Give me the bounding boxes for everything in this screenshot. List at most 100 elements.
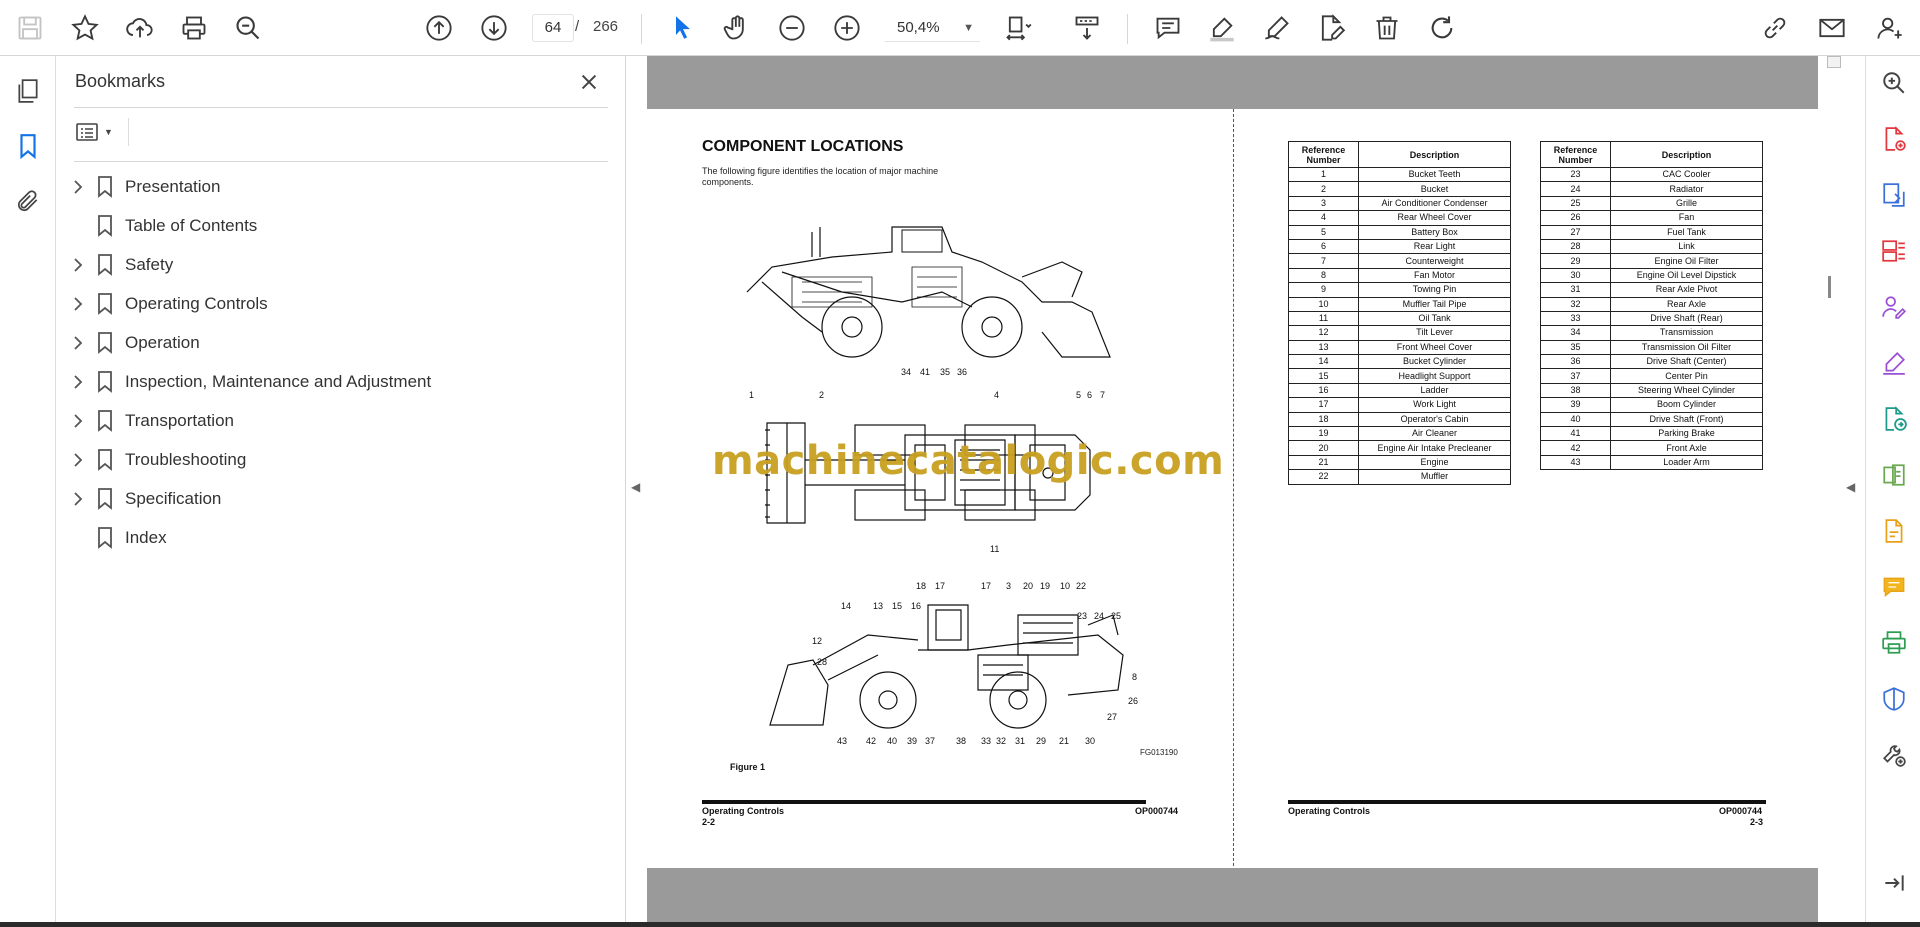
highlight-icon[interactable] (1204, 10, 1240, 46)
zoom-level-select[interactable]: 50,4% ▼ (885, 14, 980, 42)
select-cursor-icon[interactable] (665, 10, 701, 46)
close-icon[interactable] (575, 68, 603, 96)
bookmark-item-transportation[interactable]: Transportation (56, 402, 626, 441)
chevron-right-icon[interactable] (70, 374, 86, 390)
upload-icon[interactable] (122, 10, 158, 46)
create-pdf-icon[interactable] (1879, 124, 1909, 154)
edit-pdf-icon[interactable] (1313, 10, 1349, 46)
table-row: 34 Transmission (1540, 325, 1763, 341)
description-cell: Drive Shaft (Rear) (1610, 310, 1763, 327)
bookmark-options-button[interactable]: ▼ (74, 118, 120, 146)
chevron-right-icon[interactable] (70, 296, 86, 312)
reference-number-cell: 36 (1540, 354, 1611, 370)
callout-label: 19 (1040, 581, 1051, 591)
description-cell: Rear Wheel Cover (1358, 210, 1511, 226)
toolbar-divider (641, 14, 642, 44)
fill-sign-icon[interactable] (1879, 348, 1909, 378)
bookmark-item-operating-controls[interactable]: Operating Controls (56, 285, 626, 324)
reference-number-cell: 13 (1288, 339, 1359, 356)
print-production-icon[interactable] (1879, 628, 1909, 658)
share-link-icon[interactable] (1757, 10, 1793, 46)
zoom-panel-icon[interactable] (1879, 68, 1909, 98)
reference-number-cell: 11 (1288, 310, 1359, 327)
more-tools-icon[interactable] (1879, 740, 1909, 770)
account-icon[interactable] (1872, 10, 1908, 46)
vertical-scrollbar[interactable] (1827, 56, 1841, 68)
request-signature-icon[interactable] (1879, 292, 1909, 322)
protect-icon[interactable] (1879, 684, 1909, 714)
chevron-right-icon[interactable] (70, 413, 86, 429)
attachments-icon[interactable] (12, 185, 44, 217)
draw-icon[interactable] (1259, 10, 1295, 46)
table-body: 1 Bucket Teeth 2 Bucket 3 Air Conditioner Con… (1288, 166, 1511, 485)
reference-number-cell: 30 (1540, 267, 1611, 284)
print-icon[interactable] (176, 10, 212, 46)
reference-number-cell: 16 (1288, 382, 1359, 399)
send-review-icon[interactable] (1879, 404, 1909, 434)
combine-icon[interactable] (1879, 516, 1909, 546)
bookmark-icon (96, 410, 114, 432)
bookmark-item-table-of-contents[interactable]: Table of Contents (56, 207, 626, 246)
compress-icon[interactable] (1879, 460, 1909, 490)
table-row: 22 Muffler (1288, 469, 1511, 485)
comment-tool-icon[interactable] (1879, 572, 1909, 602)
bookmark-item-presentation[interactable]: Presentation (56, 168, 626, 207)
description-cell: Towing Pin (1358, 282, 1511, 298)
description-cell: Transmission Oil Filter (1610, 339, 1763, 356)
page-thumbnails-icon[interactable] (12, 75, 44, 107)
reference-number-cell: 32 (1540, 296, 1611, 312)
zoom-in-icon[interactable] (829, 10, 865, 46)
scroll-position-marker (1828, 276, 1831, 298)
delete-icon[interactable] (1369, 10, 1405, 46)
table-row: 31 Rear Axle Pivot (1540, 282, 1763, 298)
description-cell: Tilt Lever (1358, 325, 1511, 341)
bookmark-item-operation[interactable]: Operation (56, 324, 626, 363)
bookmark-item-specification[interactable]: Specification (56, 480, 626, 519)
find-zoom-icon[interactable] (230, 10, 266, 46)
table-row: 26 Fan (1540, 210, 1763, 226)
reference-number-cell: 10 (1288, 296, 1359, 312)
callout-label: 11 (990, 544, 1000, 554)
prev-page-icon[interactable] (421, 10, 457, 46)
fit-page-icon[interactable] (1000, 10, 1036, 46)
chevron-right-icon[interactable] (70, 452, 86, 468)
reference-number-cell: 39 (1540, 397, 1611, 413)
bookmark-star-icon[interactable] (67, 10, 103, 46)
rotate-icon[interactable] (1424, 10, 1460, 46)
callout-label: 42 (866, 736, 877, 746)
chevron-right-icon[interactable] (70, 179, 86, 195)
reference-number-cell: 19 (1288, 426, 1359, 442)
organize-pages-icon[interactable] (1879, 236, 1909, 266)
collapse-right-panel-icon[interactable]: ◀ (1846, 480, 1855, 494)
hand-tool-icon[interactable] (719, 10, 755, 46)
bookmark-item-index[interactable]: Index (56, 519, 626, 558)
chevron-right-icon[interactable] (70, 335, 86, 351)
next-page-icon[interactable] (476, 10, 512, 46)
save-icon[interactable] (12, 10, 48, 46)
zoom-out-icon[interactable] (774, 10, 810, 46)
page-number-input[interactable]: 64 (532, 14, 574, 42)
expand-panel-icon[interactable] (1879, 868, 1909, 898)
export-pdf-icon[interactable] (1879, 180, 1909, 210)
description-cell: Bucket Cylinder (1358, 354, 1511, 370)
callout-label: 21 (1059, 736, 1070, 746)
description-cell: Oil Tank (1358, 310, 1511, 327)
bookmark-icon (96, 176, 114, 198)
bookmark-item-safety[interactable]: Safety (56, 246, 626, 285)
email-icon[interactable] (1814, 10, 1850, 46)
chevron-right-icon[interactable] (70, 491, 86, 507)
table-row: 28 Link (1540, 238, 1763, 255)
window-bottom-edge (0, 922, 1920, 927)
scroll-mode-icon[interactable] (1069, 10, 1105, 46)
watermark-text: machinecatalogic.com (712, 438, 1225, 484)
bookmark-item-inspection[interactable]: Inspection, Maintenance and Adjustment (56, 363, 626, 402)
callout-label: 7 (1100, 390, 1106, 400)
bookmark-item-troubleshooting[interactable]: Troubleshooting (56, 441, 626, 480)
reference-number-cell: 25 (1540, 195, 1611, 212)
bookmarks-panel-icon[interactable] (12, 130, 44, 162)
table-row: 20 Engine Air Intake Precleaner (1288, 440, 1511, 456)
chevron-right-icon[interactable] (70, 257, 86, 273)
comment-icon[interactable] (1150, 10, 1186, 46)
collapse-left-panel-icon[interactable]: ◀ (631, 480, 640, 494)
table-row: 21 Engine (1288, 454, 1511, 471)
